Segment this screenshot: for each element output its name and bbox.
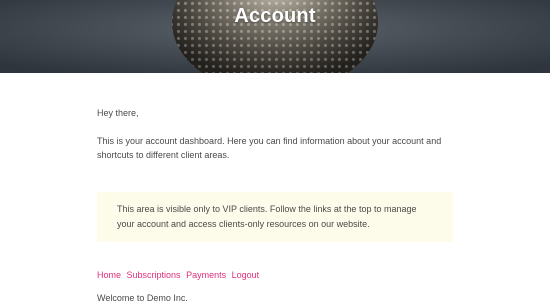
greeting-text: Hey there, <box>97 108 139 118</box>
page-title: Account <box>234 5 316 27</box>
nav-link-home[interactable]: Home <box>97 270 121 280</box>
nav-link-logout[interactable]: Logout <box>232 270 260 280</box>
hero-banner: Account <box>0 0 550 73</box>
welcome-text: Welcome to Demo Inc. <box>97 293 188 303</box>
account-nav: Home Subscriptions Payments Logout <box>97 269 453 281</box>
vip-notice-text: This area is visible only to VIP clients… <box>117 204 417 229</box>
intro-text: This is your account dashboard. Here you… <box>97 136 442 160</box>
account-dashboard: Hey there, This is your account dashboar… <box>97 73 453 304</box>
nav-link-payments[interactable]: Payments <box>186 270 226 280</box>
vip-notice: This area is visible only to VIP clients… <box>97 192 453 242</box>
nav-link-subscriptions[interactable]: Subscriptions <box>127 270 181 280</box>
